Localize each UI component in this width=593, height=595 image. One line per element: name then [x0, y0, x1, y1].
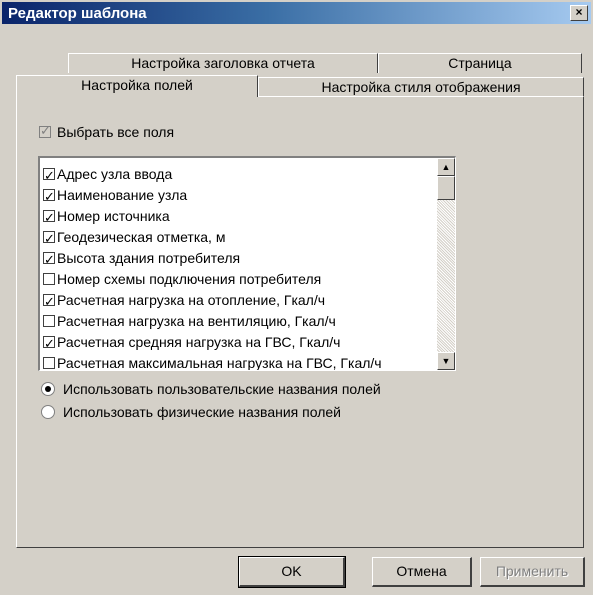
- select-all-label: Выбрать все поля: [57, 124, 175, 141]
- tab-page[interactable]: Страница: [378, 53, 582, 73]
- list-item[interactable]: Расчетная нагрузка на вентиляцию, Гкал/ч: [43, 310, 433, 331]
- list-item-label: Адрес узла ввода: [57, 165, 173, 182]
- checkbox-icon[interactable]: [43, 207, 55, 228]
- scroll-down-icon[interactable]: ▼: [437, 352, 455, 370]
- list-item[interactable]: Номер источника: [43, 205, 433, 228]
- list-item-label: Расчетная нагрузка на отопление, Гкал/ч: [57, 291, 326, 308]
- ok-button[interactable]: OK: [238, 556, 346, 588]
- checkbox-icon[interactable]: [43, 357, 55, 370]
- checkbox-icon[interactable]: [43, 165, 55, 186]
- fields-settings-panel: Выбрать все поля Адрес узла ввода Наимен…: [16, 96, 584, 548]
- list-item[interactable]: Адрес узла ввода: [43, 163, 433, 186]
- checkbox-icon[interactable]: [43, 333, 55, 354]
- radio-label: Использовать физические названия полей: [63, 404, 341, 421]
- list-item-label: Высота здания потребителя: [57, 249, 241, 266]
- tab-label: Настройка полей: [81, 77, 193, 93]
- list-item-label: Геодезическая отметка, м: [57, 228, 226, 245]
- select-all-checkbox[interactable]: Выбрать все поля: [39, 123, 174, 140]
- list-item[interactable]: Расчетная нагрузка на отопление, Гкал/ч: [43, 289, 433, 312]
- tab-report-header-settings[interactable]: Настройка заголовка отчета: [68, 53, 378, 73]
- title-bar[interactable]: Редактор шаблона ×: [2, 2, 591, 24]
- fields-list: Адрес узла ввода Наименование узла Номер…: [43, 163, 433, 371]
- list-item-label: Наименование узла: [57, 186, 188, 203]
- list-item-label: Расчетная средняя нагрузка на ГВС, Гкал/…: [57, 333, 341, 350]
- list-item-label: Номер схемы подключения потребителя: [57, 270, 322, 287]
- list-item[interactable]: Наименование узла: [43, 184, 433, 207]
- apply-button[interactable]: Применить: [480, 557, 585, 587]
- radio-physical-field-names[interactable]: Использовать физические названия полей: [41, 403, 341, 420]
- radio-label: Использовать пользовательские названия п…: [63, 381, 381, 398]
- template-editor-dialog: Редактор шаблона × Настройка заголовка о…: [0, 0, 593, 595]
- list-item-label: Расчетная максимальная нагрузка на ГВС, …: [57, 354, 382, 371]
- tab-label: Страница: [448, 55, 512, 71]
- list-item[interactable]: Геодезическая отметка, м: [43, 226, 433, 249]
- checkbox-icon: [39, 123, 51, 139]
- checkbox-icon[interactable]: [43, 273, 55, 286]
- tab-fields-settings[interactable]: Настройка полей: [16, 75, 258, 97]
- scroll-thumb[interactable]: [437, 176, 455, 200]
- checkbox-icon[interactable]: [43, 291, 55, 312]
- list-item-label: Расчетная нагрузка на вентиляцию, Гкал/ч: [57, 312, 336, 329]
- window-title: Редактор шаблона: [8, 5, 147, 22]
- tab-label: Настройка заголовка отчета: [131, 55, 315, 71]
- checkbox-icon[interactable]: [43, 249, 55, 270]
- checkbox-icon[interactable]: [43, 315, 55, 328]
- list-item-label: Номер источника: [57, 207, 170, 224]
- list-item[interactable]: Расчетная средняя нагрузка на ГВС, Гкал/…: [43, 331, 433, 354]
- close-button[interactable]: ×: [570, 5, 588, 21]
- radio-user-field-names[interactable]: Использовать пользовательские названия п…: [41, 380, 381, 397]
- list-item[interactable]: Высота здания потребителя: [43, 247, 433, 270]
- list-item[interactable]: Номер схемы подключения потребителя: [43, 268, 433, 289]
- checkbox-icon[interactable]: [43, 228, 55, 249]
- cancel-button[interactable]: Отмена: [372, 557, 472, 587]
- list-item[interactable]: Расчетная максимальная нагрузка на ГВС, …: [43, 352, 433, 371]
- fields-listbox[interactable]: Адрес узла ввода Наименование узла Номер…: [38, 156, 456, 371]
- tab-display-style-settings[interactable]: Настройка стиля отображения: [258, 77, 584, 97]
- tab-label: Настройка стиля отображения: [321, 79, 521, 95]
- vertical-scrollbar[interactable]: ▲ ▼: [437, 158, 455, 370]
- radio-icon[interactable]: [41, 382, 55, 397]
- radio-icon[interactable]: [41, 405, 55, 420]
- scroll-up-icon[interactable]: ▲: [437, 158, 455, 176]
- checkbox-icon[interactable]: [43, 186, 55, 207]
